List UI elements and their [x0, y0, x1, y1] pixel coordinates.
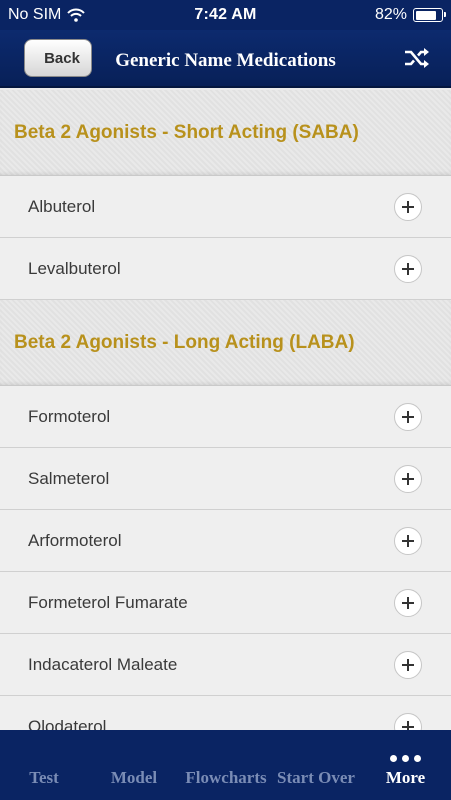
list-item[interactable]: Formeterol Fumarate [0, 572, 451, 634]
tab-model[interactable]: Model [88, 730, 180, 800]
add-icon[interactable] [394, 588, 422, 617]
add-icon[interactable] [394, 650, 422, 679]
tab-bar: Test Model Flowcharts Start Over More [0, 730, 451, 800]
add-icon[interactable] [394, 464, 422, 493]
medication-list[interactable]: Beta 2 Agonists - Short Acting (SABA) Alb… [0, 90, 451, 730]
status-bar: No SIM 7:42 AM 82% [0, 0, 451, 30]
medication-name: Indacaterol Maleate [28, 654, 178, 674]
list-item[interactable]: Levalbuterol [0, 238, 451, 300]
section-header: Beta 2 Agonists - Long Acting (LABA) [0, 300, 451, 386]
add-icon[interactable] [394, 192, 422, 221]
battery-percent: 82% [374, 6, 407, 23]
navigation-bar: Back Generic Name Medications [0, 30, 451, 88]
add-icon[interactable] [394, 712, 422, 730]
tab-label: Start Over [277, 768, 355, 787]
list-item[interactable]: Albuterol [0, 176, 451, 238]
battery-level [415, 10, 436, 20]
list-item[interactable]: Olodaterol [0, 696, 451, 730]
medication-name: Formeterol Fumarate [28, 592, 188, 612]
section-header: Beta 2 Agonists - Short Acting (SABA) [0, 90, 451, 176]
medication-name: Levalbuterol [28, 258, 121, 278]
wifi-icon [67, 8, 86, 22]
tab-label: Test [29, 768, 59, 787]
medication-name: Albuterol [28, 196, 96, 216]
back-button-label: Back [44, 49, 80, 67]
tab-more[interactable]: More [360, 730, 451, 800]
medication-name: Formoterol [28, 406, 111, 426]
add-icon[interactable] [394, 526, 422, 555]
medication-name: Olodaterol [28, 716, 107, 731]
tab-label: Flowcharts [185, 768, 267, 787]
list-item[interactable]: Formoterol [0, 386, 451, 448]
list-item[interactable]: Salmeterol [0, 448, 451, 510]
carrier-label: No SIM [8, 6, 62, 23]
tab-start-over[interactable]: Start Over [272, 730, 360, 800]
status-right: 82% [293, 6, 446, 24]
tab-label: Model [110, 768, 158, 787]
list-item[interactable]: Indacaterol Maleate [0, 634, 451, 696]
more-dots-icon [390, 755, 421, 762]
status-left: No SIM [8, 6, 158, 24]
list-item[interactable]: Arformoterol [0, 510, 451, 572]
tab-label: More [385, 768, 426, 787]
battery-icon [413, 8, 446, 22]
add-icon[interactable] [394, 254, 422, 283]
tab-test[interactable]: Test [0, 730, 88, 800]
medication-name: Arformoterol [28, 530, 122, 550]
medication-name: Salmeterol [28, 468, 110, 488]
status-time: 7:42 AM [194, 6, 257, 23]
add-icon[interactable] [394, 402, 422, 431]
tab-flowcharts[interactable]: Flowcharts [180, 730, 272, 800]
shuffle-icon[interactable] [403, 46, 431, 70]
